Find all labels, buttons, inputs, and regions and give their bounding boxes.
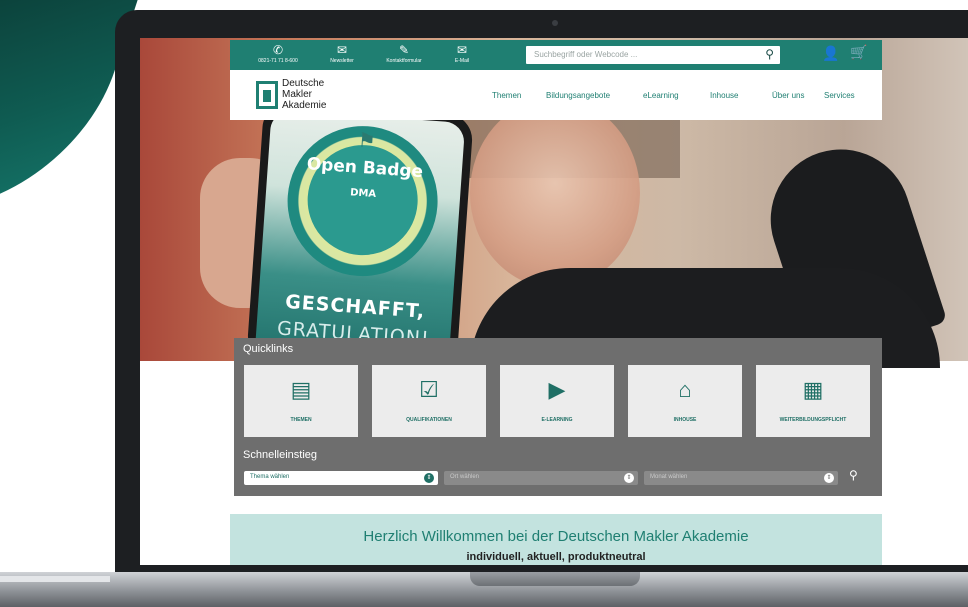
thema-select[interactable]: Thema wählen ⇕ [244,471,438,485]
logo-line-3: Akademie [282,100,327,111]
newsletter-icon: ✉ [336,43,348,57]
monat-select-value: Monat wählen [650,474,688,480]
monat-select[interactable]: Monat wählen ⇕ [644,471,838,485]
quicklinks-panel: Quicklinks ▤ THEMEN ☑ QUALIFIKATIONEN ▶ … [234,338,882,496]
search-icon[interactable]: ⚲ [849,468,858,482]
main-navbar: Deutsche Makler Akademie Themen Bildungs… [230,70,882,120]
checklist-icon: ☑ [419,377,439,402]
email-icon: ✉ [456,43,468,57]
quicklink-elearning[interactable]: ▶ E-LEARNING [500,365,614,437]
video-icon: ▶ [548,377,566,402]
documents-icon: ▤ [290,377,312,402]
quicklink-label: E-LEARNING [541,417,573,423]
chevron-updown-icon: ⇕ [624,473,634,483]
topbar-phone[interactable]: ✆ 0821-71 71 8-600 [250,43,306,65]
quicklink-label: QUALIFIKATIONEN [406,417,452,423]
chevron-updown-icon: ⇕ [424,473,434,483]
contact-form-icon: ✎ [398,43,410,57]
logo-mark[interactable] [256,81,278,109]
quicklink-themen[interactable]: ▤ THEMEN [244,365,358,437]
website-screen: ⚑ Open Badge DMA GESCHAFFT, GRATULATION!… [140,38,968,565]
house-icon: ⌂ [678,377,692,402]
welcome-subtitle: individuell, aktuell, produktneutral [466,551,646,563]
topbar-phone-label: 0821-71 71 8-600 [258,58,298,64]
topbar-email[interactable]: ✉ E-Mail [434,43,490,65]
hero-face [470,98,640,288]
laptop-base-edge [0,576,110,582]
quicklinks-title: Quicklinks [243,343,294,355]
laptop-camera [552,20,558,26]
topbar-newsletter-label: Newsletter [330,58,354,64]
topbar-newsletter[interactable]: ✉ Newsletter [314,43,370,65]
top-bar: ✆ 0821-71 71 8-600 ✉ Newsletter ✎ Kontak… [230,40,882,70]
quicklink-label: INHOUSE [673,417,697,423]
topbar-email-label: E-Mail [454,58,470,64]
nav-bildungsangebote[interactable]: Bildungsangebote [546,91,610,100]
logo-mark-inner [263,90,271,102]
nav-services[interactable]: Services [824,91,855,100]
logo[interactable]: Deutsche Makler Akademie [282,78,326,111]
nav-inhouse[interactable]: Inhouse [710,91,738,100]
quicklink-weiterbildungspflicht[interactable]: ▦ WEITERBILDUNGSPFLICHT [756,365,870,437]
search-placeholder: Suchbegriff oder Webcode ... [534,50,638,59]
user-icon[interactable]: 👤 [822,45,839,62]
cart-icon[interactable]: 🛒 [850,44,867,61]
quicklink-label: THEMEN [290,417,312,423]
nav-themen[interactable]: Themen [492,91,521,100]
quicklink-label: WEITERBILDUNGSPFLICHT [779,417,847,423]
logo-line-1: Deutsche [282,78,325,89]
logo-line-2: Makler [282,89,313,100]
ort-select[interactable]: Ort wählen ⇕ [444,471,638,485]
hero-phone: ⚑ Open Badge DMA GESCHAFFT, GRATULATION! [246,100,474,376]
certificate-icon: ▦ [802,377,824,402]
screenshot: ⚑ Open Badge DMA GESCHAFFT, GRATULATION!… [0,0,968,607]
chevron-updown-icon: ⇕ [824,473,834,483]
schnelleinstieg-title: Schnelleinstieg [243,449,317,461]
quicklink-inhouse[interactable]: ⌂ INHOUSE [628,365,742,437]
laptop-base-notch [470,572,640,586]
topbar-contact-form-label: Kontaktformular [386,58,422,64]
nav-elearning[interactable]: eLearning [643,91,679,100]
ort-select-value: Ort wählen [450,474,480,480]
welcome-banner: Herzlich Willkommen bei der Deutschen Ma… [230,514,882,565]
welcome-title: Herzlich Willkommen bei der Deutschen Ma… [363,528,749,545]
nav-ueber-uns[interactable]: Über uns [772,91,804,100]
quicklink-qualifikationen[interactable]: ☑ QUALIFIKATIONEN [372,365,486,437]
topbar-contact-form[interactable]: ✎ Kontaktformular [376,43,432,65]
phone-icon: ✆ [272,43,284,57]
thema-select-value: Thema wählen [250,474,290,480]
search-icon[interactable]: ⚲ [765,47,774,61]
search-input[interactable]: Suchbegriff oder Webcode ... ⚲ [526,46,780,64]
phone-screen: ⚑ Open Badge DMA GESCHAFFT, GRATULATION! [254,109,466,375]
